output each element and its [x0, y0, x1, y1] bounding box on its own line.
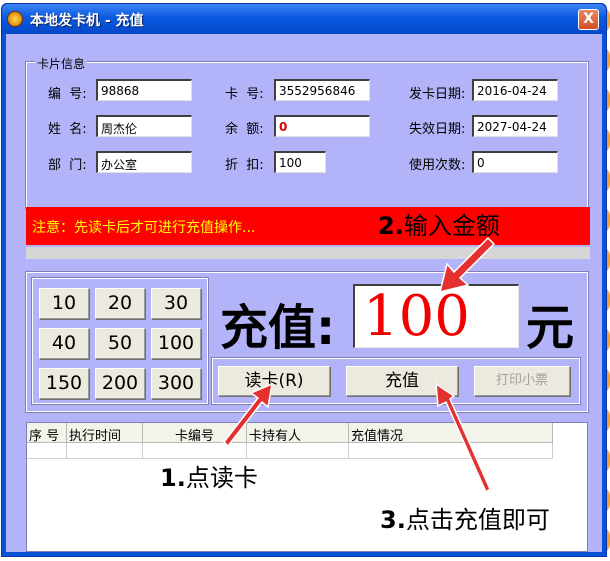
- label-balance: 余 额:: [225, 122, 264, 137]
- column-serial[interactable]: 序 号: [27, 423, 67, 444]
- card-info-legend: 卡片信息: [35, 55, 88, 72]
- card-id-field[interactable]: 98868: [96, 79, 192, 101]
- notice-divider: [26, 247, 590, 259]
- recharge-window: 本地发卡机 - 充值 X 卡片信息 编 号: 98868 卡 号: 355295…: [1, 3, 607, 557]
- discount-field[interactable]: 100: [274, 151, 326, 173]
- table-row: [67, 443, 143, 459]
- annotation-step3: 3.点击充值即可: [380, 506, 550, 534]
- column-status[interactable]: 充值情况: [349, 423, 553, 444]
- label-expiry-date: 失效日期:: [409, 122, 466, 137]
- annotation-step1: 1.点读卡: [160, 464, 258, 492]
- recharge-button[interactable]: 充值: [346, 366, 458, 396]
- currency-unit: 元: [526, 300, 575, 356]
- department-field[interactable]: 办公室: [96, 151, 192, 173]
- table-row: [247, 443, 349, 459]
- usage-count-field[interactable]: 0: [472, 151, 558, 173]
- annotation-step2: 2.输入金额: [378, 212, 500, 240]
- recharge-label: 充值:: [220, 300, 336, 356]
- read-card-button[interactable]: 读卡(R): [218, 366, 330, 396]
- amount-button-10[interactable]: 10: [39, 288, 89, 319]
- table-row: [27, 443, 67, 459]
- close-button[interactable]: X: [578, 9, 599, 30]
- card-number-field[interactable]: 3552956846: [274, 79, 370, 101]
- label-usage-count: 使用次数:: [409, 158, 466, 173]
- label-card-number: 卡 号:: [225, 87, 264, 102]
- app-icon: [7, 11, 23, 27]
- label-discount: 折 扣:: [225, 158, 264, 173]
- label-card-id: 编 号:: [48, 87, 87, 102]
- label-department: 部 门:: [48, 158, 87, 173]
- name-field[interactable]: 周杰伦: [96, 115, 192, 137]
- amount-button-100[interactable]: 100: [151, 328, 201, 359]
- column-card-id[interactable]: 卡编号: [143, 423, 247, 444]
- amount-button-300[interactable]: 300: [151, 368, 201, 399]
- label-issue-date: 发卡日期:: [409, 87, 466, 102]
- amount-input[interactable]: 100: [353, 284, 519, 348]
- table-row: [349, 443, 553, 459]
- column-time[interactable]: 执行时间: [67, 423, 143, 444]
- column-holder[interactable]: 卡持有人: [247, 423, 349, 444]
- amount-button-30[interactable]: 30: [151, 288, 201, 319]
- notice-banner: 注意：先读卡后才可进行充值操作...: [26, 207, 590, 245]
- amount-button-20[interactable]: 20: [95, 288, 145, 319]
- expiry-date-field[interactable]: 2027-04-24: [472, 115, 558, 137]
- amount-button-200[interactable]: 200: [95, 368, 145, 399]
- amount-button-50[interactable]: 50: [95, 328, 145, 359]
- balance-field[interactable]: 0: [274, 115, 370, 137]
- issue-date-field[interactable]: 2016-04-24: [472, 79, 558, 101]
- window-title: 本地发卡机 - 充值: [30, 13, 144, 29]
- label-name: 姓 名:: [48, 122, 87, 137]
- amount-button-150[interactable]: 150: [39, 368, 89, 399]
- table-row: [143, 443, 247, 459]
- title-bar[interactable]: 本地发卡机 - 充值 X: [2, 4, 606, 34]
- amount-button-40[interactable]: 40: [39, 328, 89, 359]
- print-receipt-button[interactable]: 打印小票: [474, 366, 570, 396]
